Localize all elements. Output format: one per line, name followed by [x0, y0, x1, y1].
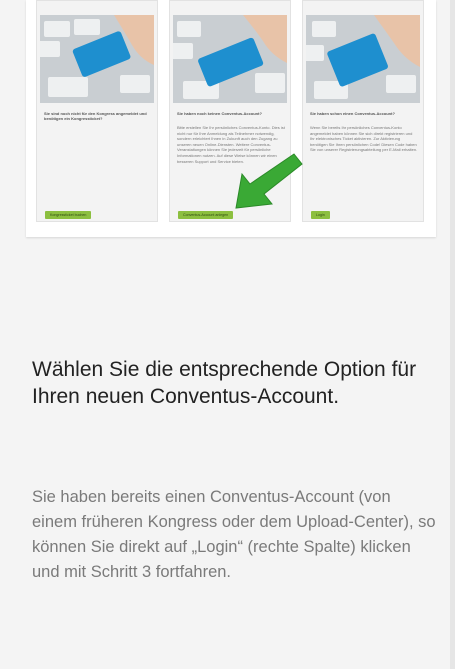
option-card-login: Sie haben schon einen Conventus-Account?…	[302, 0, 424, 222]
book-ticket-button[interactable]: Kongressticket buchen	[45, 211, 92, 219]
options-screenshot: Sie sind noch nicht für den Kongress ang…	[26, 0, 436, 237]
option-card-register: Sie sind noch nicht für den Kongress ang…	[36, 0, 158, 222]
login-button[interactable]: Login	[311, 211, 330, 219]
option-question: Sie haben noch keinen Conventus-Account?	[177, 111, 262, 116]
option-question: Sie sind noch nicht für den Kongress ang…	[44, 111, 147, 122]
section-heading: Wählen Sie die entsprechende Option für …	[32, 358, 417, 408]
create-account-button[interactable]: Conventus-Account anlegen	[178, 211, 234, 219]
right-edge-bar	[450, 0, 455, 669]
keyboard-image-join	[306, 15, 420, 103]
keyboard-image-signup	[173, 15, 287, 103]
option-question: Sie haben schon einen Conventus-Account?	[310, 111, 395, 116]
option-description: Wenn Sie bereits Ihr persönliches Conven…	[310, 125, 418, 153]
arrow-pointer-icon	[235, 153, 303, 209]
keyboard-image-register	[40, 15, 154, 103]
login-hint-paragraph: Sie haben bereits einen Conventus-Accoun…	[32, 488, 436, 581]
